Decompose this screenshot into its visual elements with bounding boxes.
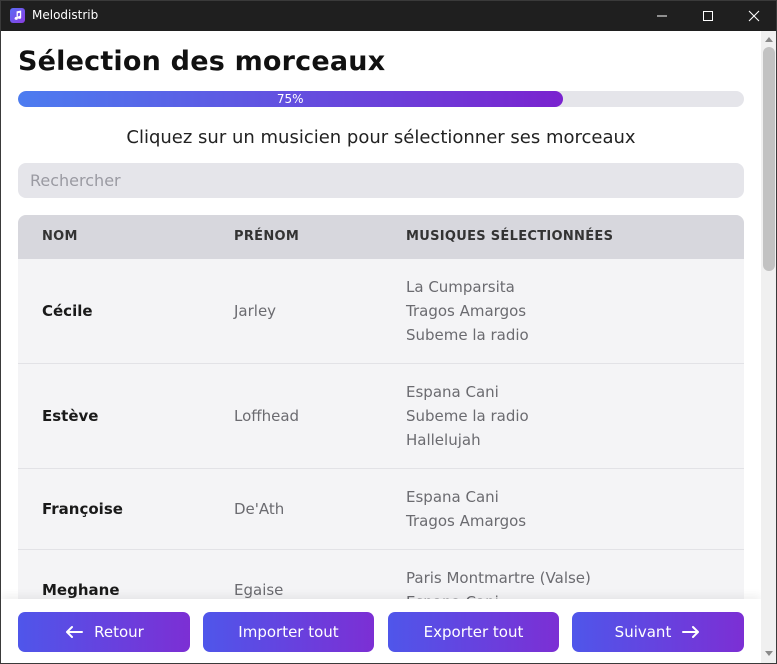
instruction-text: Cliquez sur un musicien pour sélectionne… bbox=[126, 127, 636, 148]
suivant-button[interactable]: Suivant bbox=[572, 612, 744, 652]
minimize-icon bbox=[657, 15, 667, 17]
column-header-prenom[interactable]: PRÉNOM bbox=[234, 215, 299, 259]
progress-label: 75% bbox=[276, 92, 304, 106]
retour-label: Retour bbox=[94, 623, 144, 641]
table-row[interactable]: Estève Loffhead Espana Cani Subeme la ra… bbox=[18, 364, 744, 469]
arrow-left-icon bbox=[66, 626, 84, 638]
minimize-button[interactable] bbox=[639, 1, 685, 31]
app-window: Melodistrib Sélection des morceaux 75% C… bbox=[0, 0, 777, 664]
import-all-button[interactable]: Importer tout bbox=[203, 612, 374, 652]
table-header: NOM PRÉNOM MUSIQUES SÉLECTIONNÉES bbox=[18, 215, 744, 259]
maximize-icon bbox=[703, 11, 713, 21]
table-row[interactable]: Cécile Jarley La Cumparsita Tragos Amarg… bbox=[18, 259, 744, 364]
footer-actions: Retour Importer tout Exporter tout Suiva… bbox=[1, 599, 761, 663]
cell-musique: Tragos Amargos bbox=[406, 512, 527, 530]
vertical-scrollbar[interactable] bbox=[761, 31, 776, 663]
main-content: Sélection des morceaux 75% Cliquez sur u… bbox=[1, 31, 761, 663]
cell-nom: Cécile bbox=[42, 302, 93, 320]
cell-musique: La Cumparsita bbox=[406, 278, 515, 296]
cell-prenom: Jarley bbox=[234, 302, 277, 320]
cell-prenom: De'Ath bbox=[234, 500, 285, 518]
scroll-down-icon[interactable] bbox=[765, 651, 773, 656]
close-icon bbox=[748, 10, 760, 22]
search-input[interactable] bbox=[18, 163, 744, 198]
table-row[interactable]: Françoise De'Ath Espana Cani Tragos Amar… bbox=[18, 469, 744, 550]
scroll-up-icon[interactable] bbox=[765, 37, 773, 42]
column-header-nom[interactable]: NOM bbox=[42, 215, 78, 259]
suivant-label: Suivant bbox=[614, 623, 672, 641]
cell-prenom: Loffhead bbox=[234, 407, 300, 425]
title-bar: Melodistrib bbox=[1, 1, 776, 31]
arrow-right-icon bbox=[682, 626, 700, 638]
maximize-button[interactable] bbox=[685, 1, 731, 31]
cell-nom: Françoise bbox=[42, 500, 123, 518]
table-row[interactable]: Meghane Egaise Paris Montmartre (Valse) … bbox=[18, 550, 744, 605]
music-note-icon bbox=[10, 8, 25, 23]
cell-musique: Hallelujah bbox=[406, 431, 481, 449]
page-title: Sélection des morceaux bbox=[18, 46, 386, 77]
cell-musique: Espana Cani bbox=[406, 383, 499, 401]
cell-musique: Espana Cani bbox=[406, 488, 499, 506]
cell-musique: Subeme la radio bbox=[406, 407, 529, 425]
cell-musique: Tragos Amargos bbox=[406, 302, 527, 320]
close-button[interactable] bbox=[731, 1, 776, 31]
retour-button[interactable]: Retour bbox=[18, 612, 190, 652]
progress-bar: 75% bbox=[18, 91, 744, 107]
import-label: Importer tout bbox=[238, 623, 339, 641]
cell-musique: Subeme la radio bbox=[406, 326, 529, 344]
cell-nom: Estève bbox=[42, 407, 99, 425]
scroll-thumb[interactable] bbox=[763, 47, 775, 271]
export-all-button[interactable]: Exporter tout bbox=[388, 612, 559, 652]
column-header-musiques[interactable]: MUSIQUES SÉLECTIONNÉES bbox=[406, 215, 613, 259]
window-title: Melodistrib bbox=[32, 8, 99, 22]
export-label: Exporter tout bbox=[423, 623, 524, 641]
cell-musique: Paris Montmartre (Valse) bbox=[406, 569, 591, 587]
musicians-table: NOM PRÉNOM MUSIQUES SÉLECTIONNÉES Cécile… bbox=[18, 215, 744, 605]
